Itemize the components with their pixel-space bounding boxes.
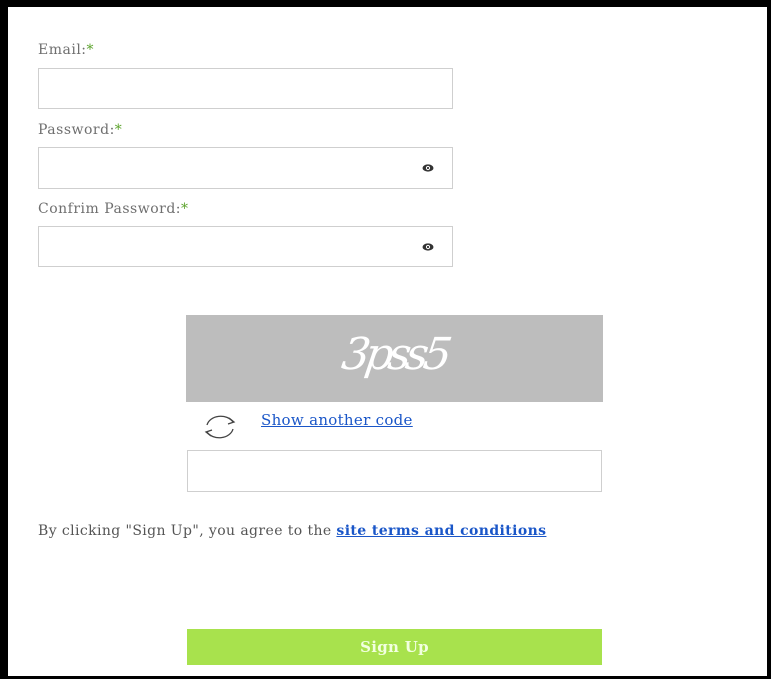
refresh-icon[interactable] (201, 413, 239, 441)
confirm-password-field[interactable] (38, 226, 453, 267)
required-mark: * (181, 201, 189, 217)
confirm-password-label: Confrim Password:* (38, 201, 189, 217)
password-field[interactable] (38, 147, 453, 189)
sign-up-button[interactable]: Sign Up (187, 629, 602, 665)
email-input[interactable] (39, 69, 452, 108)
terms-prefix: By clicking "Sign Up", you agree to the (38, 523, 337, 539)
terms-text: By clicking "Sign Up", you agree to the … (38, 517, 678, 546)
email-field[interactable] (38, 68, 453, 109)
password-label: Password:* (38, 122, 122, 138)
required-mark: * (86, 42, 95, 58)
eye-icon[interactable] (422, 162, 434, 174)
captcha-image: 3pss5 (186, 315, 603, 402)
password-label-text: Password: (38, 122, 115, 138)
show-another-code-link[interactable]: Show another code (261, 411, 413, 429)
captcha-input[interactable] (188, 451, 601, 491)
page-frame: Email:* Password:* Confrim Password:* 3p… (0, 0, 771, 679)
signup-form: Email:* Password:* Confrim Password:* 3p… (8, 7, 767, 676)
password-input[interactable] (39, 148, 452, 188)
terms-link[interactable]: site terms and conditions (336, 523, 546, 539)
captcha-code: 3pss5 (338, 329, 451, 380)
captcha-field[interactable] (187, 450, 602, 492)
eye-icon[interactable] (422, 241, 434, 253)
confirm-password-label-text: Confrim Password: (38, 201, 182, 217)
confirm-password-input[interactable] (39, 227, 452, 266)
email-label-text: Email: (38, 42, 87, 58)
required-mark: * (114, 122, 123, 138)
email-label: Email:* (38, 42, 94, 58)
